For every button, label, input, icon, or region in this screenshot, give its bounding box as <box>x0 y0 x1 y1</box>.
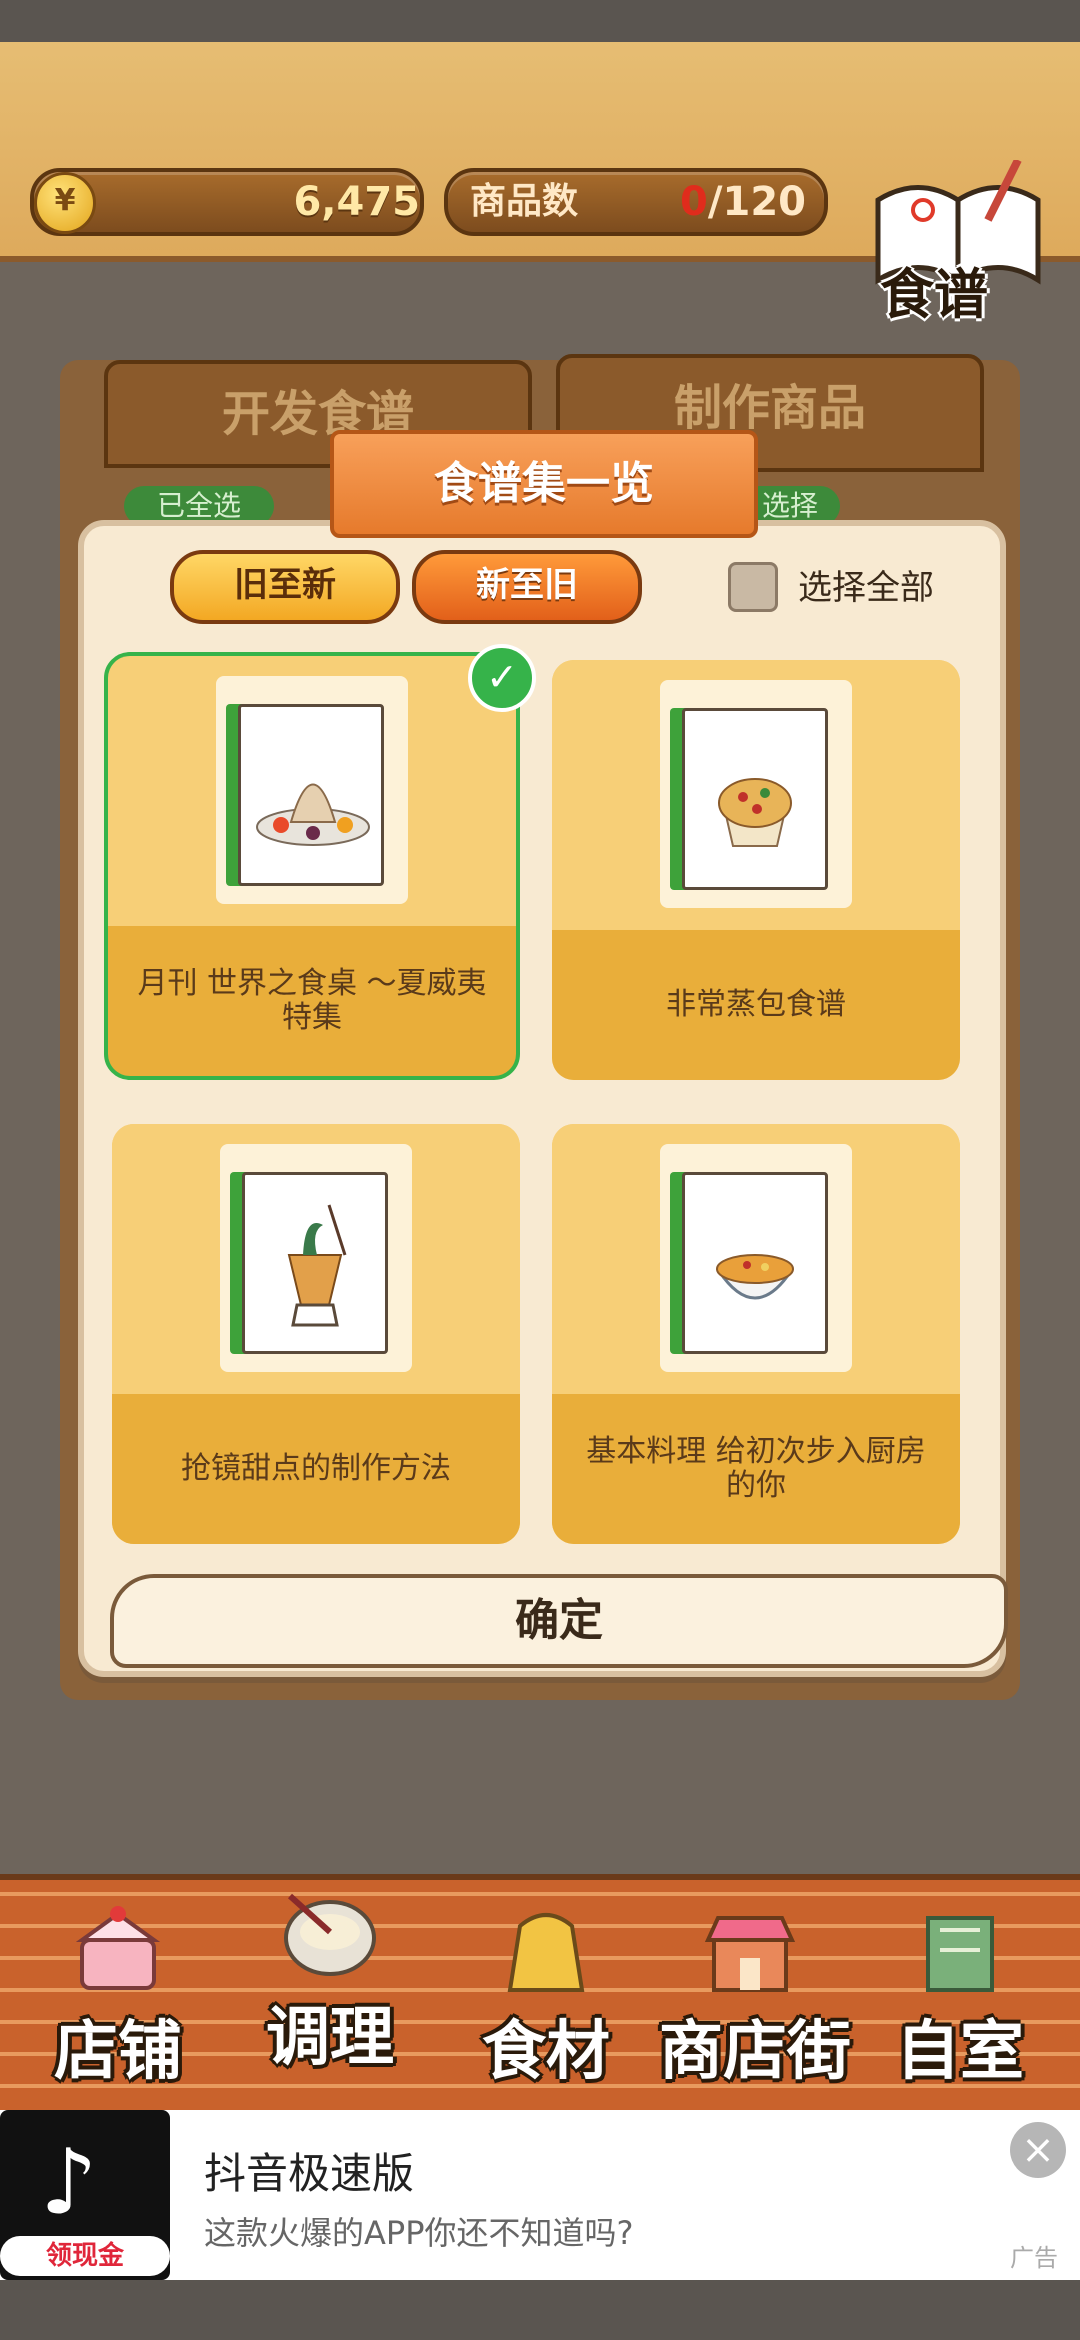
status-bar <box>0 0 1080 42</box>
ad-tag: 广告 <box>1010 2244 1058 2272</box>
dialog-title: 食谱集一览 <box>330 430 758 538</box>
select-all-label[interactable]: 选择全部 <box>798 560 934 609</box>
nav-ingredients[interactable]: 食材 <box>446 1890 646 2110</box>
flour-sack-icon <box>507 1913 585 1992</box>
recipe-card[interactable]: 基本料理 给初次步入厨房的你 <box>552 1124 960 1544</box>
bottom-strip <box>0 2280 1080 2340</box>
nav-label: 店铺 <box>54 2015 182 2089</box>
recipe-label: 食谱 <box>880 263 988 326</box>
selected-check-icon: ✓ <box>468 644 536 712</box>
recipe-book-icon <box>682 1172 828 1354</box>
nav-label: 商店街 <box>659 2015 851 2089</box>
recipe-card[interactable]: 非常蒸包食谱 <box>552 660 960 1080</box>
recipe-book-icon <box>238 704 384 886</box>
goods-current: 0 <box>680 179 708 225</box>
recipe-book-icon <box>242 1172 388 1354</box>
music-note-icon: ♪ <box>40 2130 98 2235</box>
nav-label: 调理 <box>266 2001 394 2075</box>
recipe-card-label: 月刊 世界之食桌 ～夏威夷特集 <box>137 966 487 1035</box>
confirm-button[interactable]: 确定 <box>110 1574 1008 1668</box>
ad-title[interactable]: 抖音极速版 <box>204 2140 414 2201</box>
recipe-card-label: 基本料理 给初次步入厨房的你 <box>586 1434 926 1503</box>
staff-only-door-icon <box>926 1916 994 1992</box>
nav-label: 自室 <box>896 2015 1024 2089</box>
goods-total: /120 <box>707 179 806 225</box>
nav-label: 食材 <box>482 2015 610 2089</box>
ad-subtitle: 这款火爆的APP你还不知道吗? <box>204 2214 634 2252</box>
recipe-card[interactable]: 月刊 世界之食桌 ～夏威夷特集 <box>104 652 520 1080</box>
confirm-label: 确定 <box>515 1595 603 1646</box>
coin-amount: 6,475 <box>293 179 420 225</box>
book-frame <box>220 1144 412 1372</box>
parfait-cup-icon <box>287 1204 347 1327</box>
ad-app-logo[interactable]: ♪ 领现金 <box>0 2110 170 2280</box>
sort-new-to-old-button[interactable]: 新至旧 <box>412 550 642 624</box>
ad-badge: 领现金 <box>0 2236 170 2276</box>
book-frame <box>216 676 408 904</box>
goods-counter: 商品数 0/120 <box>444 168 828 236</box>
goods-label: 商品数 <box>470 181 579 222</box>
rice-bowl-icon <box>716 1254 794 1300</box>
cake-icon <box>75 1906 161 1990</box>
sort-old-to-new-button[interactable]: 旧至新 <box>170 550 400 624</box>
recipe-card-label: 非常蒸包食谱 <box>666 987 846 1022</box>
nav-my-room[interactable]: 自室 <box>860 1890 1060 2110</box>
recipe-card[interactable]: 抢镜甜点的制作方法 <box>112 1124 520 1544</box>
mixing-bowl-icon <box>284 1893 376 1976</box>
nav-shop[interactable]: 店铺 <box>18 1890 218 2110</box>
nav-shopping-street[interactable]: 商店街 <box>650 1890 860 2110</box>
muffin-icon <box>718 778 792 847</box>
goods-count: 0/120 <box>680 172 806 232</box>
shaved-ice-plate-icon <box>256 783 370 846</box>
book-frame <box>660 680 852 908</box>
select-all-checkbox[interactable] <box>728 562 778 612</box>
recipe-book-icon <box>682 708 828 890</box>
shop-icon <box>704 1916 796 1992</box>
book-frame <box>660 1144 852 1372</box>
recipe-card-label: 抢镜甜点的制作方法 <box>181 1451 451 1486</box>
nav-cooking[interactable]: 调理 <box>230 1876 430 2096</box>
close-icon[interactable]: × <box>1010 2122 1066 2178</box>
coin-icon: ¥ <box>34 172 96 234</box>
